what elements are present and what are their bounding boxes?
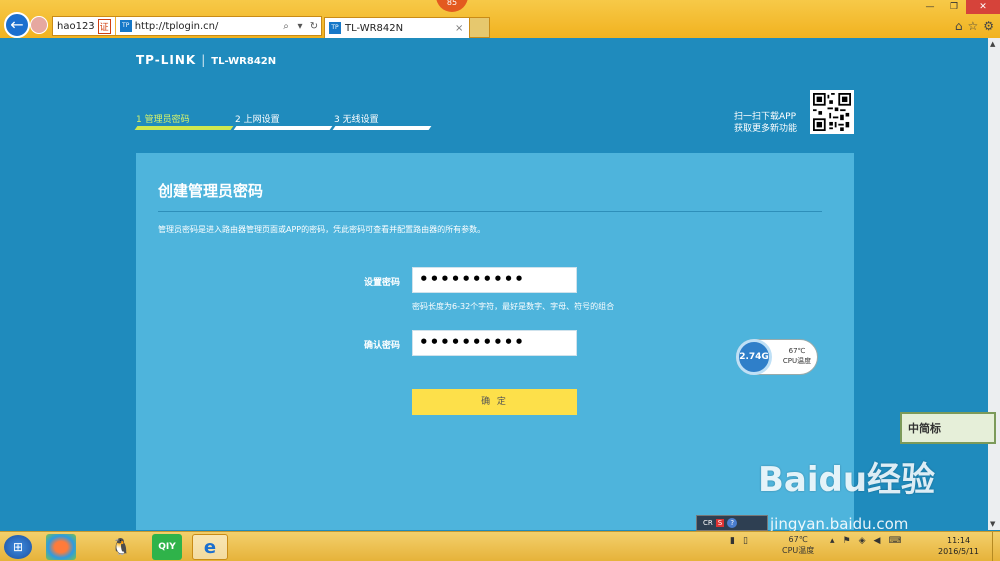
confirm-password-label: 确认密码 bbox=[363, 341, 400, 351]
scroll-down-icon[interactable]: ▼ bbox=[990, 520, 995, 528]
hao123-label: hao123 bbox=[57, 20, 95, 32]
cpu-temp-block: 67℃ CPU温度 bbox=[777, 346, 817, 366]
tray-icons: ▴ ⚑ ◈ ◀ ⌨ bbox=[830, 536, 901, 546]
baidu-watermark: Baidu经验 bbox=[758, 460, 936, 500]
window-controls: — ❐ ✕ bbox=[918, 0, 1000, 14]
step-label: 3 无线设置 bbox=[334, 115, 379, 125]
zhongjianbiao-badge[interactable]: 中简标 bbox=[900, 412, 996, 444]
confirm-button[interactable]: 确 定 bbox=[412, 389, 577, 415]
show-desktop-button[interactable] bbox=[992, 532, 1000, 561]
home-icon[interactable]: ⌂ bbox=[955, 19, 963, 33]
url-text[interactable]: http://tplogin.cn/ bbox=[135, 21, 279, 32]
clock[interactable]: 11:14 2016/5/11 bbox=[938, 535, 979, 557]
minimize-icon[interactable]: — bbox=[918, 0, 942, 14]
step-wireless[interactable]: 3 无线设置 bbox=[332, 112, 432, 130]
vertical-scrollbar[interactable]: ▲ ▼ bbox=[988, 38, 1000, 530]
divider bbox=[158, 211, 822, 212]
volume-icon[interactable]: ◀ bbox=[874, 536, 881, 546]
app-line2: 获取更多新功能 bbox=[734, 124, 798, 134]
maximize-icon[interactable]: ❐ bbox=[942, 0, 966, 14]
close-tab-icon[interactable]: × bbox=[455, 23, 469, 34]
app-icon-360[interactable] bbox=[46, 534, 76, 560]
password-field[interactable]: •••••••••• bbox=[412, 267, 577, 293]
setup-steps: 1 管理员密码 2 上网设置 3 无线设置 bbox=[134, 112, 432, 130]
back-arrow-icon: ← bbox=[10, 15, 24, 34]
browser-toolbar: 85 ← hao123 证 TP http://tplogin.cn/ ⌕ ▾ … bbox=[0, 0, 1000, 38]
step-admin-password[interactable]: 1 管理员密码 bbox=[134, 112, 234, 130]
start-button[interactable]: ⊞ bbox=[4, 535, 32, 559]
tab-title: TL-WR842N bbox=[345, 22, 404, 34]
cpu-temp-label: CPU温度 bbox=[782, 357, 812, 365]
address-bar[interactable]: hao123 证 TP http://tplogin.cn/ ⌕ ▾ ↻ bbox=[52, 16, 322, 36]
model-name: TL-WR842N bbox=[211, 56, 277, 67]
refresh-icon[interactable]: ↻ bbox=[307, 21, 321, 32]
ie-browser-icon[interactable]: e bbox=[192, 534, 228, 560]
tab-favicon: TP bbox=[329, 22, 341, 34]
tab-router[interactable]: TP TL-WR842N × bbox=[324, 17, 470, 38]
brand-logo: TP-LINK | TL-WR842N bbox=[136, 53, 277, 67]
close-icon[interactable]: ✕ bbox=[966, 0, 1000, 14]
cpu-temp: 67℃ bbox=[788, 347, 806, 355]
score-badge: 85 bbox=[436, 0, 468, 12]
step-bar bbox=[134, 126, 234, 130]
new-tab-button[interactable] bbox=[470, 17, 490, 38]
dropdown-icon[interactable]: ▾ bbox=[293, 21, 307, 32]
battery-icon[interactable]: ▮ bbox=[730, 536, 735, 546]
iqiyi-icon[interactable]: QIY bbox=[152, 534, 182, 560]
cert-badge: 证 bbox=[97, 18, 111, 34]
battery2-icon[interactable]: ▯ bbox=[743, 536, 748, 546]
qr-code-graphic bbox=[813, 93, 851, 131]
password-label: 设置密码 bbox=[363, 278, 400, 288]
clock-date: 2016/5/11 bbox=[938, 547, 980, 556]
tray-expand-icon[interactable]: ▴ bbox=[830, 536, 835, 546]
forward-button[interactable] bbox=[30, 16, 48, 34]
settings-gear-icon[interactable]: ⚙ bbox=[983, 19, 994, 33]
address-prefix: hao123 证 bbox=[53, 17, 116, 35]
card-description: 管理员密码是进入路由器管理页面或APP的密码，凭此密码可查看并配置路由器的所有参… bbox=[158, 225, 486, 234]
flag-icon[interactable]: ⚑ bbox=[843, 536, 851, 546]
tray-popup[interactable]: CR S ? bbox=[696, 515, 768, 531]
help-icon[interactable]: ? bbox=[727, 518, 738, 528]
qq-penguin-icon[interactable]: 🐧 bbox=[106, 534, 136, 560]
site-favicon: TP bbox=[119, 20, 132, 32]
cr-label: CR bbox=[703, 519, 713, 527]
step-bar bbox=[332, 126, 432, 130]
step-bar bbox=[233, 126, 333, 130]
cpu-widget[interactable]: 2.74G 67℃ CPU温度 bbox=[736, 339, 818, 375]
network-icon[interactable]: ◈ bbox=[859, 536, 866, 546]
favorites-star-icon[interactable]: ☆ bbox=[967, 19, 978, 33]
qr-code-icon bbox=[810, 90, 854, 134]
sogou-icon[interactable]: S bbox=[715, 519, 725, 527]
taskbar: ⊞ 🐧 QIY e ▮ ▯ 67℃ CPU温度 ▴ ⚑ ◈ ◀ ⌨ 11:14 … bbox=[0, 531, 1000, 561]
taskbar-temp[interactable]: 67℃ CPU温度 bbox=[782, 534, 814, 556]
app-line1: 扫一扫下载APP bbox=[734, 112, 797, 122]
step-internet[interactable]: 2 上网设置 bbox=[233, 112, 333, 130]
taskbar-temp-value: 67℃ bbox=[788, 535, 808, 544]
back-button[interactable]: ← bbox=[4, 12, 30, 38]
brand-name: TP-LINK bbox=[136, 53, 197, 67]
cpu-speed: 2.74G bbox=[736, 339, 772, 375]
step-label: 2 上网设置 bbox=[235, 115, 280, 125]
clock-time: 11:14 bbox=[946, 536, 971, 545]
taskbar-temp-label: CPU温度 bbox=[782, 546, 815, 555]
browser-tools: ⌂ ☆ ⚙ bbox=[955, 19, 994, 33]
password-hint: 密码长度为6-32个字符，最好是数字、字母、符号的组合 bbox=[412, 302, 615, 311]
app-download-text: 扫一扫下载APP 获取更多新功能 bbox=[734, 111, 797, 135]
step-label: 1 管理员密码 bbox=[136, 115, 190, 125]
scroll-up-icon[interactable]: ▲ bbox=[990, 40, 995, 48]
confirm-password-field[interactable]: •••••••••• bbox=[412, 330, 577, 356]
system-tray: ▮ ▯ bbox=[730, 536, 748, 546]
card-title: 创建管理员密码 bbox=[158, 182, 264, 200]
input-icon[interactable]: ⌨ bbox=[888, 536, 901, 546]
search-icon[interactable]: ⌕ bbox=[279, 21, 293, 32]
